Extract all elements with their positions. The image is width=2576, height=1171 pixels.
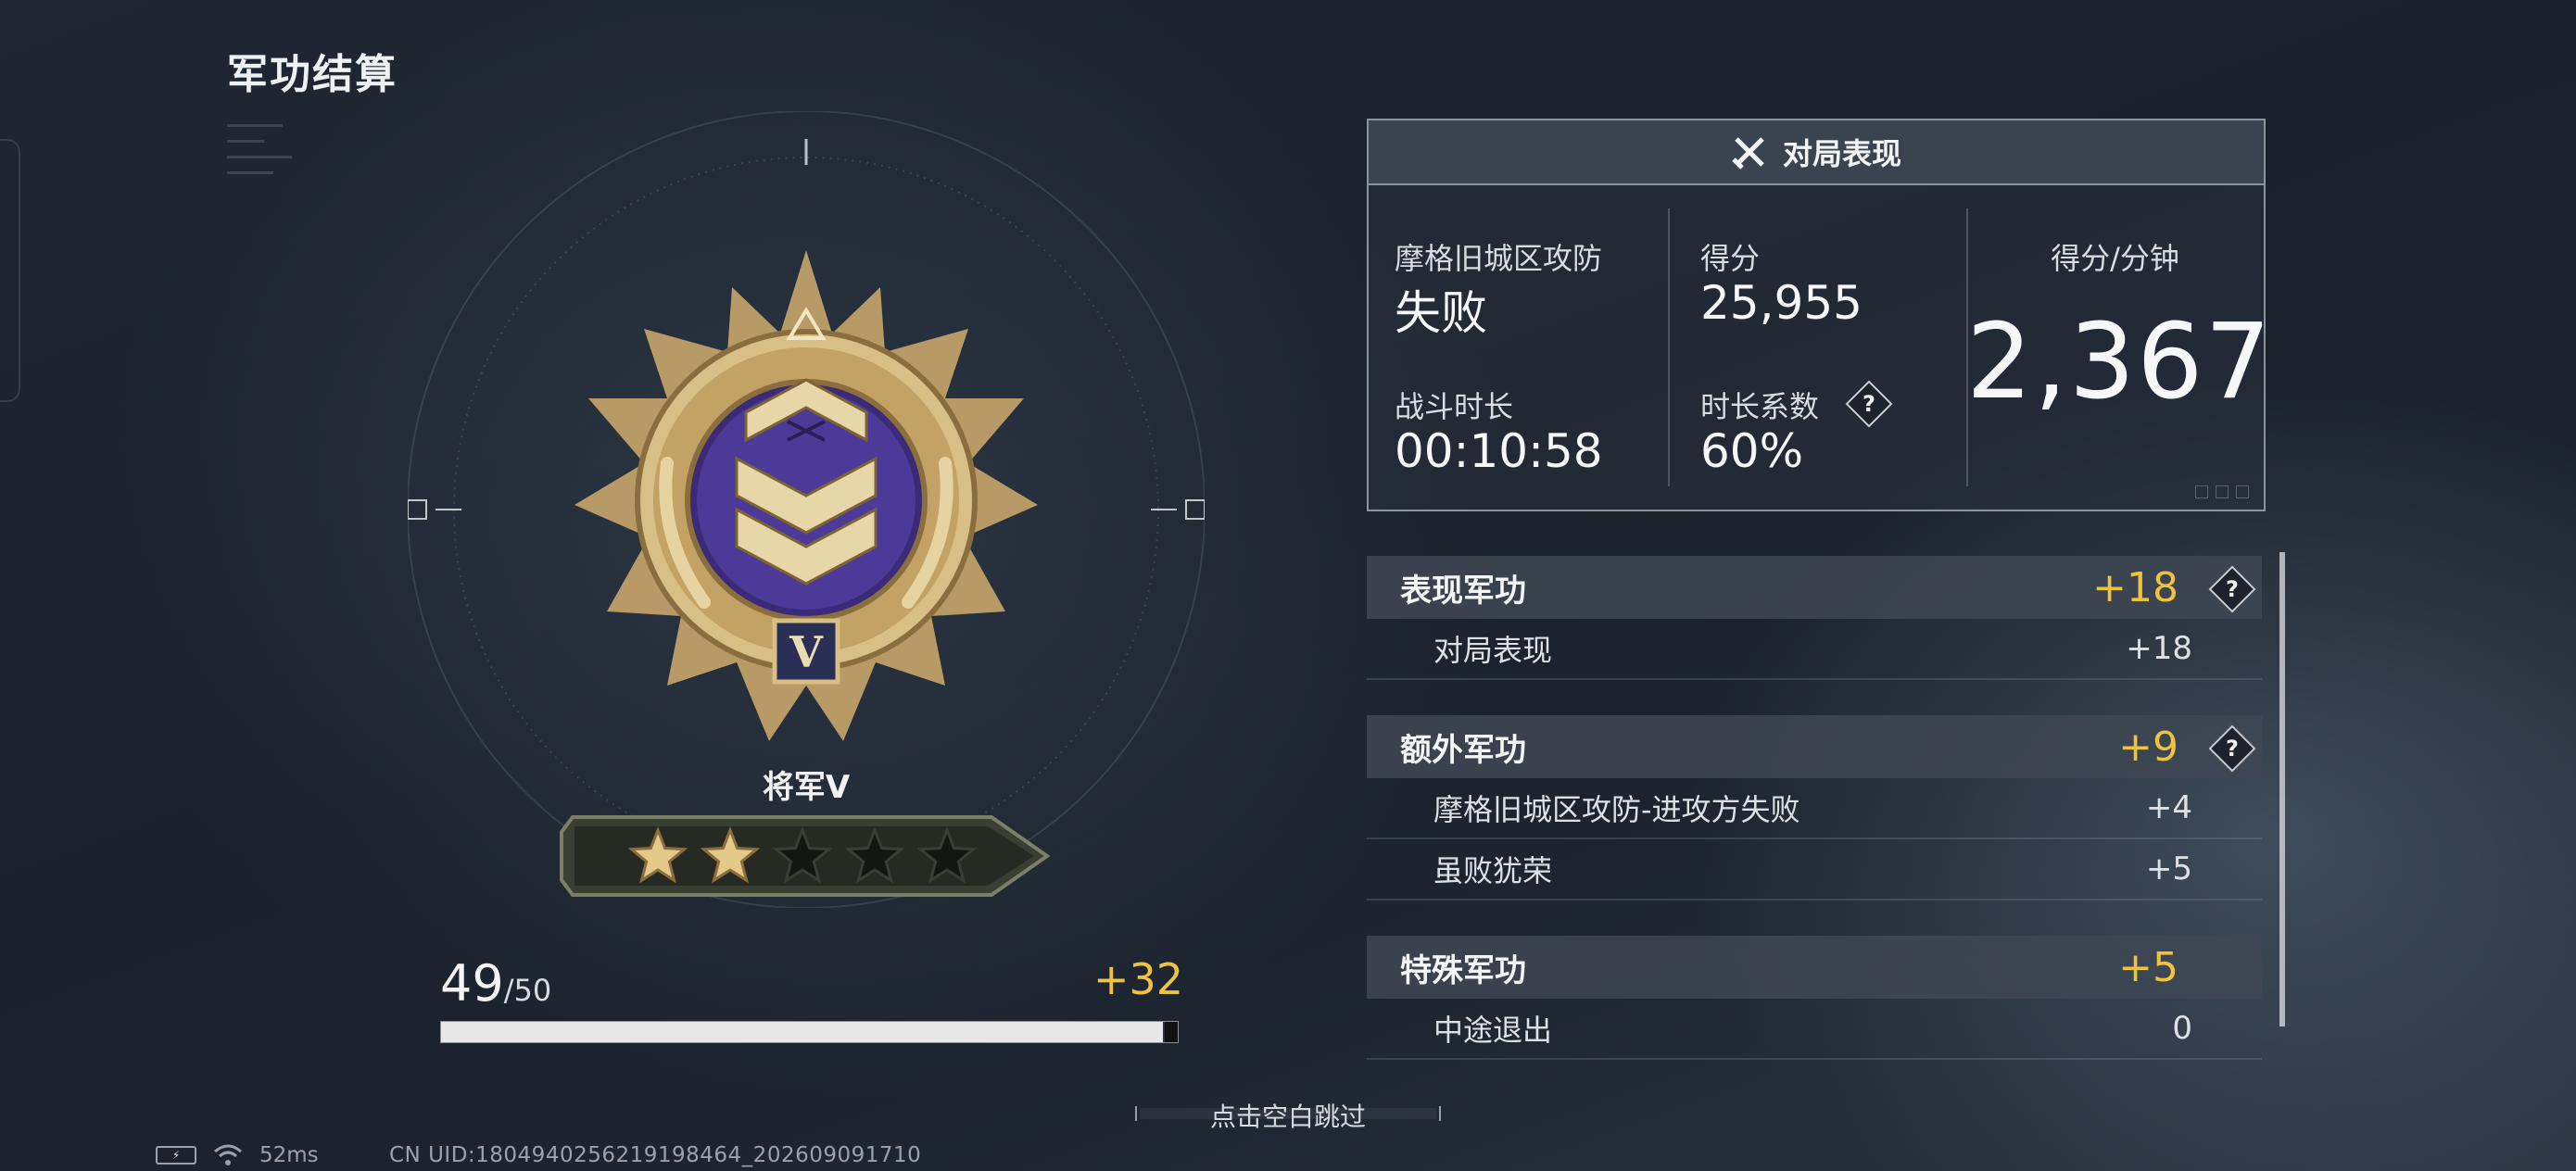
score-value: 25,955 bbox=[1700, 276, 1863, 330]
ping-value: 52ms bbox=[259, 1143, 319, 1167]
rank-progress-value: 49/50 bbox=[440, 954, 551, 1013]
extra-merit-header: 额外军功 +9 ? bbox=[1367, 715, 2262, 778]
performance-merit-header: 表现军功 +18 ? bbox=[1367, 556, 2262, 619]
merit-scrollbar[interactable] bbox=[2279, 552, 2285, 1026]
rank-progress-bar bbox=[440, 1021, 1179, 1043]
user-uid: CN UID:1804940256219198464_202609091710 bbox=[389, 1143, 922, 1167]
rank-progress-fill bbox=[441, 1022, 1164, 1042]
medal-emblem-icon: V bbox=[575, 250, 1038, 741]
match-performance-header: 对局表现 bbox=[1369, 120, 2264, 185]
list-item: 对局表现 +18 bbox=[1367, 619, 2262, 680]
performance-merit-help-icon[interactable]: ? bbox=[2208, 565, 2256, 613]
page-title: 军功结算 bbox=[227, 51, 398, 98]
list-item: 虽败犹荣 +5 bbox=[1367, 839, 2262, 900]
battery-icon: ⚡ bbox=[156, 1146, 196, 1165]
performance-merit-value: +18 bbox=[2092, 563, 2178, 611]
special-merit-value: +5 bbox=[2118, 943, 2178, 991]
factor-label: 时长系数 bbox=[1700, 389, 1820, 424]
progress-gain: +32 bbox=[1093, 954, 1184, 1004]
duration-value: 00:10:58 bbox=[1395, 424, 1603, 478]
list-item: 摩格旧城区攻防-进攻方失败 +4 bbox=[1367, 778, 2262, 839]
skip-hint[interactable]: 点击空白跳过 bbox=[1135, 1097, 1441, 1132]
list-item: 中途退出 0 bbox=[1367, 999, 2262, 1060]
extra-merit-value: +9 bbox=[2118, 723, 2178, 771]
wifi-icon bbox=[214, 1144, 242, 1165]
score-label: 得分 bbox=[1700, 241, 1761, 276]
match-performance-panel: 对局表现 摩格旧城区攻防 失败 战斗时长 00:10:58 得分 25,955 … bbox=[1367, 119, 2273, 511]
spm-value: 2,367 bbox=[1966, 302, 2273, 422]
side-drawer-handle[interactable] bbox=[0, 139, 20, 402]
progress-max: /50 bbox=[503, 973, 552, 1008]
crossed-swords-icon bbox=[1732, 137, 1764, 170]
progress-current: 49 bbox=[440, 954, 504, 1013]
rank-numeral: V bbox=[789, 627, 824, 677]
duration-label: 战斗时长 bbox=[1395, 389, 1514, 424]
extra-merit-help-icon[interactable]: ? bbox=[2208, 724, 2256, 773]
special-merit-header: 特殊军功 +5 bbox=[1367, 936, 2262, 999]
match-result: 失败 bbox=[1395, 286, 1487, 340]
map-mode-label: 摩格旧城区攻防 bbox=[1395, 241, 1603, 276]
merit-breakdown: 表现军功 +18 ? 对局表现 +18 额外军功 +9 ? 摩格旧城区攻防-进攻… bbox=[1367, 556, 2262, 1060]
decorative-lines bbox=[227, 111, 412, 187]
factor-help-icon[interactable]: ? bbox=[1845, 380, 1893, 428]
match-performance-title: 对局表现 bbox=[1782, 136, 1901, 171]
factor-value: 60% bbox=[1700, 424, 1804, 478]
rank-name: 将军V bbox=[762, 769, 851, 806]
rank-stars bbox=[560, 815, 1051, 897]
status-bar: ⚡ 52ms bbox=[156, 1143, 319, 1167]
spm-label: 得分/分钟 bbox=[2051, 241, 2179, 276]
